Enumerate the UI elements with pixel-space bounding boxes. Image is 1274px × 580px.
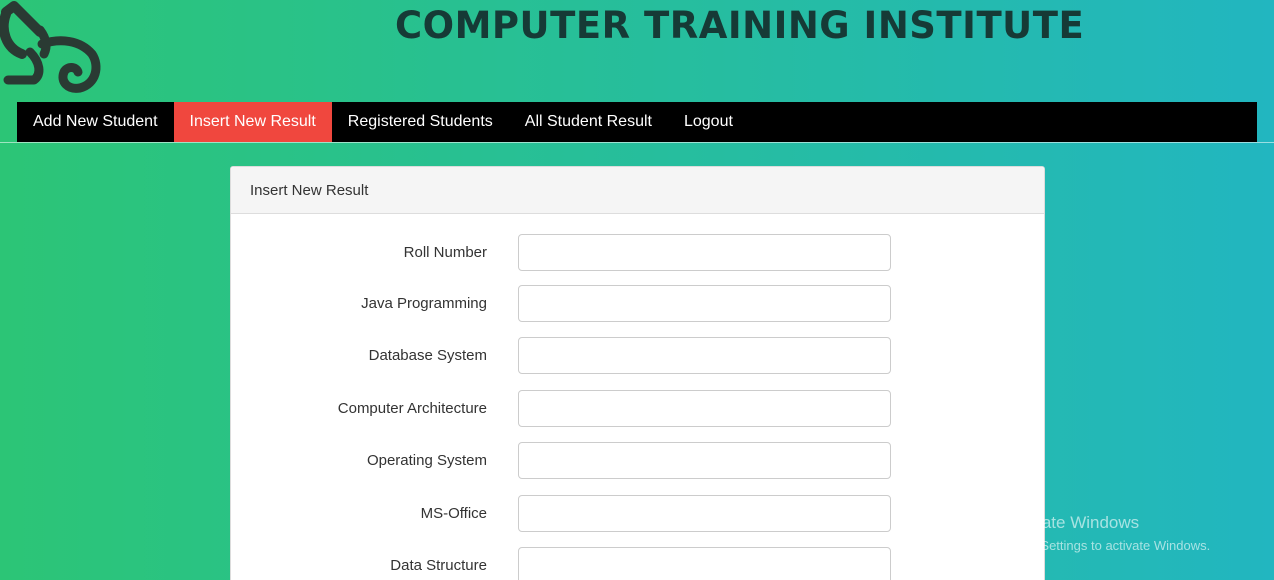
- nav-logout[interactable]: Logout: [668, 102, 749, 142]
- form-row-database-system: Database System: [231, 337, 1044, 374]
- roll-number-label: Roll Number: [403, 244, 487, 261]
- nav-divider: [0, 142, 1274, 143]
- main-navbar: Add New Student Insert New Result Regist…: [17, 102, 1257, 142]
- watermark-subtitle: Go to Settings to activate Windows.: [1005, 538, 1211, 553]
- database-system-label: Database System: [368, 347, 487, 364]
- ms-office-input[interactable]: [518, 495, 891, 532]
- java-programming-label: Java Programming: [361, 295, 487, 312]
- computer-architecture-input[interactable]: [518, 390, 891, 427]
- watermark-title: Activate Windows: [1005, 513, 1140, 532]
- form-row-ms-office: MS-Office: [231, 495, 1044, 532]
- data-structure-label: Data Structure: [390, 557, 487, 574]
- roll-number-input[interactable]: [518, 234, 891, 271]
- form-row-java-programming: Java Programming: [231, 285, 1044, 322]
- database-system-input[interactable]: [518, 337, 891, 374]
- data-structure-input[interactable]: [518, 547, 891, 580]
- site-title: COMPUTER TRAINING INSTITUTE: [395, 4, 1085, 47]
- form-row-operating-system: Operating System: [231, 442, 1044, 479]
- ms-office-label: MS-Office: [420, 505, 487, 522]
- nav-add-new-student[interactable]: Add New Student: [17, 102, 174, 142]
- form-row-roll-number: Roll Number: [231, 234, 1044, 271]
- java-programming-input[interactable]: [518, 285, 891, 322]
- panel-heading: Insert New Result: [231, 167, 1044, 214]
- form-row-data-structure: Data Structure: [231, 547, 1044, 580]
- operating-system-label: Operating System: [366, 452, 487, 469]
- nav-all-student-result[interactable]: All Student Result: [509, 102, 668, 142]
- operating-system-input[interactable]: [518, 442, 891, 479]
- activate-windows-watermark: Activate Windows Go to Settings to activ…: [1005, 513, 1210, 553]
- insert-result-panel: Insert New Result Roll Number Java Progr…: [230, 166, 1045, 580]
- form-row-computer-architecture: Computer Architecture: [231, 390, 1044, 427]
- nav-registered-students[interactable]: Registered Students: [332, 102, 509, 142]
- institute-logo: [0, 0, 106, 100]
- computer-architecture-label: Computer Architecture: [337, 400, 487, 417]
- nav-insert-new-result[interactable]: Insert New Result: [173, 102, 332, 142]
